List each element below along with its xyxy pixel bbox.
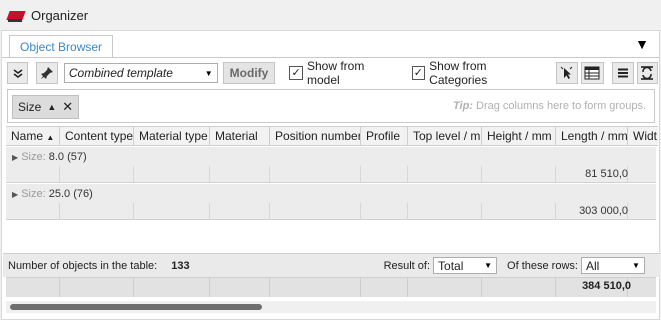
- refresh-icon[interactable]: [636, 62, 659, 84]
- list-menu-icon[interactable]: [612, 62, 634, 84]
- expand-arrow-icon[interactable]: ▶: [12, 190, 18, 199]
- column-header-width[interactable]: Widt: [628, 127, 658, 145]
- modify-button[interactable]: Modify: [222, 62, 276, 84]
- template-select[interactable]: Combined template ▼: [63, 63, 218, 83]
- show-from-model-label: Show from model: [306, 59, 365, 87]
- group-drop-area[interactable]: Size ▲ ✕ Tip: Drag columns here to form …: [7, 89, 655, 123]
- column-header-material-type[interactable]: Material type: [134, 127, 210, 145]
- objects-count-label: Number of objects in the table:: [8, 259, 158, 272]
- column-header-content-type[interactable]: Content type: [60, 127, 134, 145]
- column-header-length[interactable]: Length / mm: [556, 127, 628, 145]
- chevron-down-icon: ▼: [632, 261, 640, 270]
- title-bar: Organizer: [0, 0, 661, 30]
- grid-header: Name ▲ Content type Material type Materi…: [6, 126, 658, 146]
- group-value: 8.0 (57): [48, 151, 87, 163]
- result-of-value: Total: [438, 258, 464, 273]
- chevron-down-icon: ▼: [484, 261, 493, 270]
- result-of-select[interactable]: Total ▼: [433, 257, 498, 274]
- these-rows-label: Of these rows:: [507, 259, 578, 272]
- collapse-icon[interactable]: [7, 62, 29, 84]
- column-header-material[interactable]: Material: [210, 127, 270, 145]
- these-rows-value: All: [585, 258, 600, 273]
- group-length-sum: 81 510,0: [585, 168, 628, 180]
- group-row-cells: [6, 203, 656, 220]
- group-chip-label: Size: [18, 100, 42, 114]
- group-row-label: ▶ Size: 8.0 (57): [12, 151, 87, 163]
- group-length-sum: 303 000,0: [579, 205, 628, 217]
- horizontal-scrollbar[interactable]: [6, 301, 656, 313]
- tab-strip-divider: [2, 57, 659, 58]
- show-from-categories-checkbox[interactable]: ✓ Show from Categories: [411, 59, 545, 87]
- chevron-down-icon: ▼: [204, 68, 213, 78]
- objects-count-value: 133: [171, 259, 190, 272]
- toolbar: Combined template ▼ Modify ✓ Show from m…: [5, 59, 659, 87]
- column-header-position-number[interactable]: Position number: [270, 127, 361, 145]
- window-title: Organizer: [31, 7, 89, 23]
- group-tip: Tip: Drag columns here to form groups.: [453, 100, 646, 112]
- show-from-model-checkbox[interactable]: ✓ Show from model: [289, 59, 397, 87]
- checkbox-box[interactable]: ✓: [411, 66, 426, 80]
- group-key: Size:: [21, 151, 46, 163]
- expand-arrow-icon[interactable]: ▶: [12, 153, 18, 162]
- column-header-top-level[interactable]: Top level / m: [408, 127, 482, 145]
- summary-bar: Number of objects in the table: 133 Resu…: [3, 253, 660, 277]
- these-rows-select[interactable]: All ▼: [580, 257, 645, 274]
- column-header-height[interactable]: Height / mm: [482, 127, 556, 145]
- length-total: 384 510,0: [582, 280, 631, 292]
- select-objects-icon[interactable]: [556, 62, 578, 84]
- group-row[interactable]: ▶ Size: 8.0 (57) 81 510,0: [6, 147, 656, 183]
- group-key: Size:: [21, 188, 46, 200]
- template-select-value: Combined template: [68, 66, 173, 80]
- close-icon[interactable]: ✕: [62, 99, 73, 115]
- group-row-cells: [6, 166, 656, 183]
- organizer-app-icon: [6, 8, 26, 22]
- scrollbar-thumb[interactable]: [10, 304, 262, 310]
- result-of-label: Result of:: [383, 259, 431, 272]
- column-header-profile[interactable]: Profile: [361, 127, 408, 145]
- tip-text: Drag columns here to form groups.: [476, 100, 646, 112]
- checkbox-box[interactable]: ✓: [289, 66, 303, 80]
- totals-row: [6, 277, 656, 297]
- group-row[interactable]: ▶ Size: 25.0 (76) 303 000,0: [6, 184, 656, 220]
- show-from-categories-label: Show from Categories: [429, 59, 488, 87]
- pin-icon[interactable]: [36, 62, 58, 84]
- organizer-panel: Object Browser ▼ Combined template ▼ Mod…: [1, 30, 660, 320]
- group-value: 25.0 (76): [48, 188, 93, 200]
- column-header-label: Name: [11, 129, 44, 143]
- tab-menu-arrow-icon[interactable]: ▼: [635, 36, 649, 52]
- group-row-label: ▶ Size: 25.0 (76): [12, 188, 93, 200]
- group-chip-size[interactable]: Size ▲ ✕: [12, 95, 80, 119]
- table-view-icon[interactable]: [580, 62, 605, 84]
- tab-object-browser[interactable]: Object Browser: [9, 35, 114, 58]
- column-header-name[interactable]: Name ▲: [6, 127, 60, 145]
- sort-ascending-icon[interactable]: ▲: [47, 102, 56, 112]
- tip-prefix: Tip:: [453, 100, 473, 112]
- sort-ascending-icon: ▲: [46, 133, 55, 142]
